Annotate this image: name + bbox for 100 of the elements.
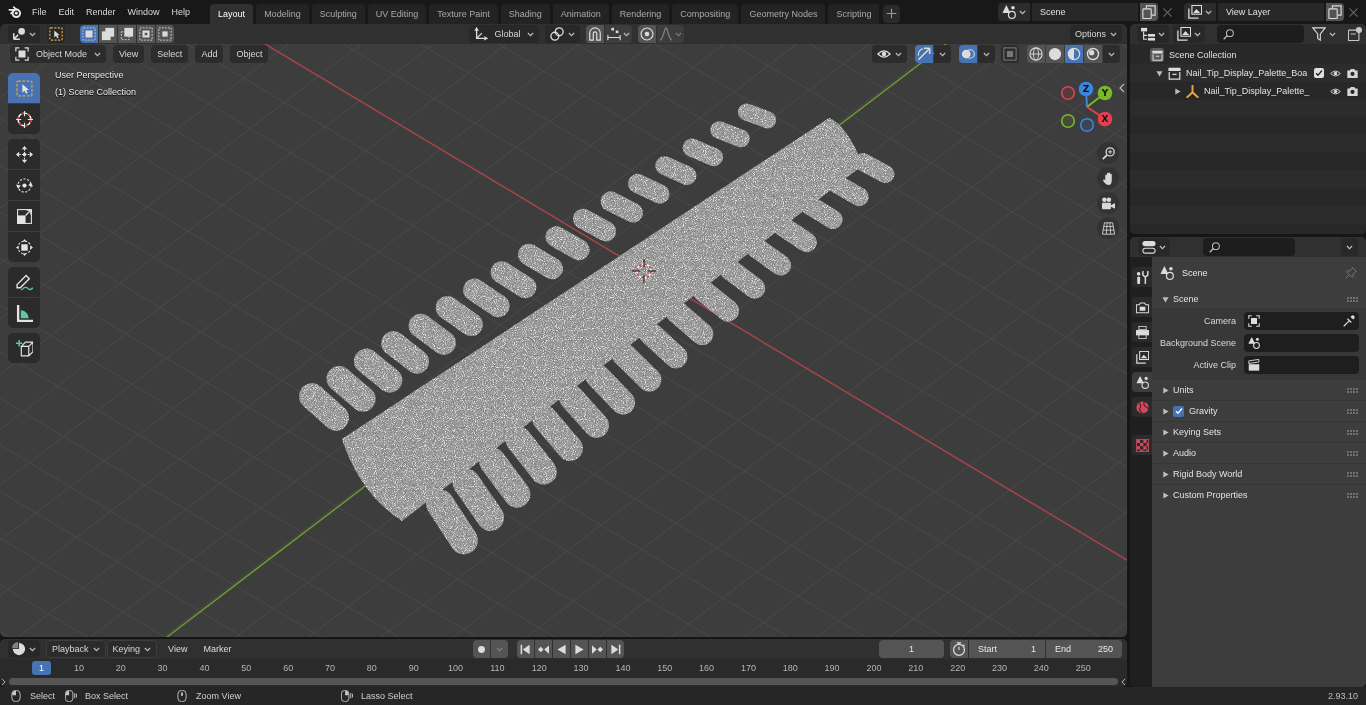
properties-tab[interactable] — [1132, 347, 1152, 367]
properties-tab[interactable] — [1132, 322, 1152, 342]
workspace-tab[interactable]: Shading — [500, 4, 550, 24]
pivot-dropdown[interactable] — [545, 25, 580, 43]
menu-item[interactable]: Marker — [197, 640, 238, 658]
timeline-scrollbar[interactable] — [9, 678, 1118, 685]
shading-mode-button[interactable] — [1065, 45, 1083, 63]
snap-target-dropdown[interactable] — [605, 25, 632, 43]
visibility-dropdown[interactable] — [872, 45, 907, 63]
workspace-tab[interactable]: Sculpting — [311, 4, 365, 24]
shading-mode-button[interactable] — [1046, 45, 1064, 63]
x-ray-toggle[interactable] — [1001, 45, 1019, 63]
view-layer-name-field[interactable]: View Layer — [1218, 3, 1324, 21]
snap-toggle[interactable] — [586, 25, 604, 43]
overlays-toggle[interactable] — [959, 45, 977, 63]
menu-item[interactable]: Window — [121, 2, 166, 22]
grip-dots-icon[interactable] — [1347, 296, 1358, 302]
menu-item[interactable]: Add — [195, 45, 224, 63]
next-keyframe-button[interactable] — [588, 640, 606, 658]
preview-range-toggle[interactable] — [950, 640, 968, 658]
tool-button[interactable] — [8, 267, 40, 297]
options-dropdown[interactable] — [1341, 238, 1358, 256]
negative-axis-handle[interactable] — [1079, 117, 1095, 133]
negative-axis-handle[interactable] — [1060, 85, 1076, 101]
start-frame-field[interactable]: Start 1 — [969, 640, 1045, 658]
camera-icon[interactable] — [1347, 85, 1358, 97]
mode-dropdown[interactable]: Object Mode — [10, 45, 106, 63]
selection-mode-button[interactable] — [118, 25, 136, 43]
tool-button[interactable] — [8, 232, 40, 262]
display-mode-dropdown[interactable] — [1137, 25, 1169, 43]
3d-cursor-icon[interactable] — [631, 258, 657, 284]
editor-type-dropdown[interactable] — [1138, 238, 1170, 256]
options-dropdown[interactable]: Options — [1069, 25, 1122, 43]
camera-icon[interactable] — [1347, 67, 1358, 79]
checkbox[interactable] — [1314, 68, 1324, 78]
jump-to-end-button[interactable] — [606, 640, 624, 658]
logo-icon[interactable] — [8, 5, 22, 19]
gizmo-toggle[interactable] — [915, 45, 933, 63]
eye-icon[interactable] — [1330, 67, 1341, 79]
orientation-dropdown[interactable]: Global — [469, 25, 539, 43]
selection-mode-button[interactable] — [137, 25, 155, 43]
menu-item[interactable]: Object — [230, 45, 269, 63]
record-button[interactable] — [472, 640, 490, 658]
menu-item[interactable]: Select — [151, 45, 189, 63]
workspace-tab[interactable]: Texture Paint — [429, 4, 498, 24]
grip-dots-icon[interactable] — [1347, 429, 1358, 435]
workspace-tab[interactable]: Compositing — [672, 4, 739, 24]
play-reverse-button[interactable] — [552, 640, 570, 658]
add-workspace-button[interactable] — [883, 4, 901, 23]
play-button[interactable] — [570, 640, 588, 658]
workspace-tab[interactable]: Modeling — [256, 4, 309, 24]
view-layer-dropdown[interactable] — [1184, 3, 1216, 21]
eye-icon[interactable] — [1330, 85, 1341, 97]
camera-field[interactable] — [1244, 312, 1359, 330]
clip-field[interactable] — [1244, 356, 1359, 374]
menu-item[interactable]: Render — [80, 2, 122, 22]
chevron-right-icon[interactable] — [1, 677, 6, 686]
menu-dropdown[interactable]: Playback — [46, 640, 106, 658]
search-field[interactable] — [1217, 25, 1304, 43]
view-layer-dropdown[interactable] — [1173, 25, 1205, 43]
scene-dropdown[interactable] — [998, 3, 1030, 21]
workspace-tab[interactable]: Geometry Nodes — [741, 4, 826, 24]
selection-mode-button[interactable] — [156, 25, 174, 43]
properties-tab[interactable] — [1132, 297, 1152, 317]
outliner-item[interactable]: Nail_Tip_Display_Palette_ — [1130, 82, 1366, 100]
selection-mode-button[interactable] — [80, 25, 98, 43]
workspace-tab[interactable]: Layout — [210, 4, 254, 24]
grip-dots-icon[interactable] — [1347, 492, 1358, 498]
tool-button[interactable] — [8, 104, 40, 134]
workspace-tab[interactable]: Animation — [552, 4, 609, 24]
search-field[interactable] — [1203, 238, 1295, 256]
axis-handle[interactable]: Z — [1078, 81, 1094, 97]
end-frame-field[interactable]: End 250 — [1046, 640, 1122, 658]
grip-dots-icon[interactable] — [1347, 408, 1358, 414]
triangle-down-icon[interactable] — [1156, 69, 1163, 77]
jump-to-start-button[interactable] — [516, 640, 534, 658]
menu-item[interactable]: File — [26, 2, 53, 22]
menu-item[interactable]: Help — [165, 2, 197, 22]
chevron-left-icon[interactable] — [1119, 83, 1125, 93]
negative-axis-handle[interactable] — [1060, 113, 1076, 129]
proportional-editing-toggle[interactable] — [638, 25, 656, 43]
falloff-dropdown[interactable] — [657, 25, 684, 43]
tool-button[interactable] — [8, 298, 40, 328]
gizmo-options-dropdown[interactable] — [934, 45, 951, 63]
overlay-options-dropdown[interactable] — [978, 45, 995, 63]
workspace-tab[interactable]: Rendering — [611, 4, 670, 24]
properties-tab[interactable] — [1132, 267, 1152, 287]
tool-button[interactable] — [8, 333, 40, 363]
playhead[interactable]: 1 — [32, 661, 51, 675]
tool-button[interactable] — [8, 201, 40, 231]
nail-palette-mesh-drawing[interactable] — [299, 103, 895, 555]
menu-item[interactable]: View — [162, 640, 194, 658]
scene-field[interactable] — [1244, 334, 1359, 352]
grip-dots-icon[interactable] — [1347, 387, 1358, 393]
previous-keyframe-button[interactable] — [534, 640, 552, 658]
eyedropper-icon[interactable] — [1343, 315, 1355, 327]
axis-handle[interactable]: Y — [1097, 85, 1113, 101]
close-icon[interactable] — [1348, 6, 1359, 18]
triangle-right-icon[interactable] — [1174, 87, 1181, 95]
menu-item[interactable]: Edit — [52, 2, 81, 22]
